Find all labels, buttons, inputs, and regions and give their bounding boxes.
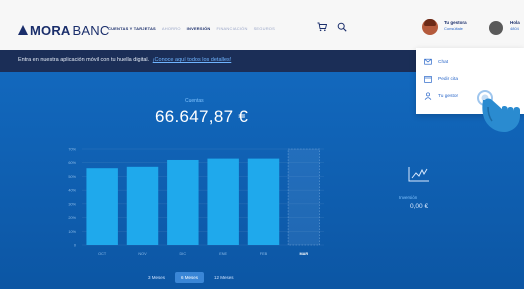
user-avatar[interactable] — [489, 21, 503, 35]
chart-bar-nov[interactable] — [126, 166, 159, 245]
period-tabs: 3 Meses 6 Meses 12 Meses — [142, 272, 240, 283]
y-tick-label: 10% — [68, 230, 76, 234]
menu-item-tu-gestor[interactable]: Tu gestor — [424, 92, 458, 100]
brand-logo[interactable]: MORA BANC — [18, 22, 110, 38]
nav-item-seguros[interactable]: Seguros — [254, 26, 275, 31]
y-tick-label: 0 — [74, 244, 76, 248]
y-tick-label: 30% — [68, 202, 76, 206]
user-id: 4804 — [510, 26, 519, 31]
calendar-icon — [424, 76, 432, 83]
banner-message: Entra en nuestra aplicación móvil con tu… — [18, 57, 150, 63]
x-tick-label: DIC — [180, 252, 187, 256]
chart-bar-mar[interactable] — [287, 148, 320, 246]
y-tick-label: 70% — [68, 148, 76, 152]
y-tick-label: 40% — [68, 189, 76, 193]
chat-icon — [424, 58, 432, 65]
section-label-cuentas[interactable]: Cuentas — [185, 98, 204, 104]
x-tick-label: ENE — [219, 252, 227, 256]
nav-item-financiacion[interactable]: Financiación — [216, 26, 247, 31]
menu-item-chat-label: Chat — [438, 59, 449, 65]
tab-12-months[interactable]: 12 Meses — [208, 272, 240, 283]
total-balance: 66.647,87 € — [155, 107, 249, 126]
chart-bar-feb[interactable] — [247, 158, 280, 245]
chart-bar-oct[interactable] — [86, 168, 118, 245]
person-icon — [424, 92, 432, 100]
x-tick-label: NOV — [138, 252, 147, 256]
y-tick-label: 50% — [68, 175, 76, 179]
gestor-name[interactable]: Tu gestora — [444, 20, 467, 25]
tab-3-months[interactable]: 3 Meses — [142, 272, 171, 283]
gestor-avatar-hair — [424, 19, 436, 26]
banner-link[interactable]: ¡Conoce aquí todos los detalles! — [153, 57, 232, 63]
logo-bold-text: MORA — [30, 22, 71, 38]
search-icon[interactable] — [337, 22, 347, 32]
nav-item-ahorro[interactable]: Ahorro — [162, 26, 181, 31]
main-nav: Cuentas y tarjetas Ahorro Inversión Fina… — [108, 26, 275, 31]
logo-triangle-icon — [18, 25, 28, 35]
menu-item-pedir-cita-label: Pedir cita — [438, 76, 458, 82]
hand-pointer-icon — [477, 90, 520, 132]
x-tick-label: MAR — [300, 252, 309, 256]
accounts-bar-chart: 0 10% 20% 30% 40% 50% 60% 70% OCT NOV DIC ENE FEB MAR — [68, 148, 324, 256]
menu-item-chat[interactable]: Chat — [424, 58, 448, 66]
y-tick-label: 60% — [68, 161, 76, 165]
x-tick-label: OCT — [98, 252, 107, 256]
nav-item-cuentas[interactable]: Cuentas y tarjetas — [108, 26, 156, 31]
cart-icon[interactable] — [317, 22, 327, 32]
nav-item-inversion[interactable]: Inversión — [187, 26, 211, 31]
menu-item-tu-gestor-label: Tu gestor — [438, 93, 459, 99]
tab-6-months[interactable]: 6 Meses — [175, 272, 205, 283]
app-page: MORA BANC Cuentas y tarjetas Ahorro Inve… — [0, 0, 524, 289]
banner-text: Entra en nuestra aplicación móvil con tu… — [18, 57, 231, 63]
gestor-link[interactable]: Consúltale — [444, 26, 463, 31]
menu-item-pedir-cita[interactable]: Pedir cita — [424, 75, 458, 83]
y-tick-label: 20% — [68, 216, 76, 220]
chart-bar-ene[interactable] — [207, 158, 239, 245]
side-panel-value: 0,00 € — [410, 203, 429, 210]
side-panel-label[interactable]: Inversión — [399, 195, 417, 200]
logo-light-text: BANC — [72, 22, 110, 38]
top-navigation-bar: MORA BANC Cuentas y tarjetas Ahorro Inve… — [0, 0, 524, 50]
x-tick-label: FEB — [260, 252, 268, 256]
user-area: Tu gestora Consúltale Hola 4804 — [414, 16, 524, 42]
user-greeting: Hola — [510, 20, 520, 25]
chart-bar-dic[interactable] — [167, 159, 199, 245]
trend-line-icon[interactable] — [408, 166, 430, 182]
